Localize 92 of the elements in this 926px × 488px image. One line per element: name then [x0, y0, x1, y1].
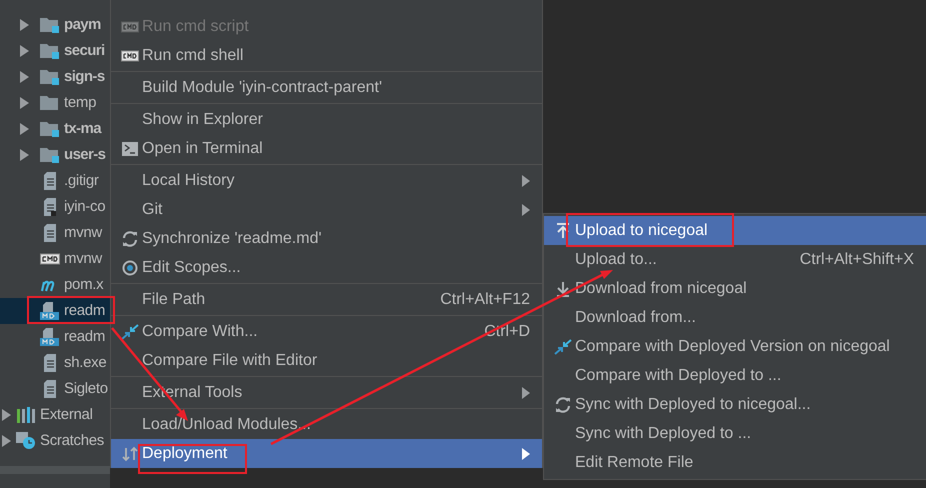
module-folder-icon [40, 147, 60, 163]
upload-icon [556, 222, 570, 238]
scope-circle-icon [122, 260, 138, 276]
tree-label: Sigleto [64, 378, 108, 399]
menu-item[interactable]: Edit Scopes... [111, 253, 542, 282]
expand-arrow-icon[interactable] [20, 71, 28, 83]
cmd-icon [120, 18, 138, 34]
expand-arrow-icon[interactable] [20, 19, 28, 31]
tree-label: tx-ma [64, 118, 102, 139]
tree-row[interactable]: Scratches [0, 428, 110, 454]
sync-icon [554, 396, 572, 412]
menu-item[interactable]: Run cmd shell [111, 41, 542, 70]
cmd-icon [120, 48, 138, 64]
expand-arrow-icon[interactable] [20, 149, 28, 161]
tree-row[interactable]: temp [0, 90, 110, 116]
tree-row[interactable]: mvnw [0, 246, 110, 272]
tree-label: .gitigr [64, 170, 99, 191]
markdown-file-icon [40, 328, 60, 346]
tree-row[interactable]: sign-s [0, 64, 110, 90]
compare-arrows-icon [120, 324, 138, 340]
menu-item[interactable]: Synchronize 'readme.md' [111, 224, 542, 253]
module-folder-icon [40, 43, 60, 59]
tree-row[interactable]: user-s [0, 142, 110, 168]
tree-label: mvnw [64, 222, 102, 243]
cmd-file-icon [40, 251, 60, 267]
menu-item[interactable]: Load/Unload Modules... [111, 410, 542, 439]
tree-row[interactable]: pom.x [0, 272, 110, 298]
tree-label: paym [64, 14, 101, 35]
menu-item[interactable]: Open in Terminal [111, 134, 542, 163]
menu-item[interactable]: Upload to... Ctrl+Alt+Shift+X [544, 245, 926, 274]
library-bars-icon [16, 407, 36, 423]
tree-row[interactable]: External [0, 402, 110, 428]
tree-label: securi [64, 40, 105, 61]
tree-row[interactable]: .gitigr [0, 168, 110, 194]
tree-row[interactable]: securi [0, 38, 110, 64]
tree-row[interactable]: paym [0, 12, 110, 38]
tree-label: readm [64, 326, 106, 347]
tree-label: temp [64, 92, 96, 113]
tree-label: External [40, 404, 93, 425]
tree-label: Scratches [40, 430, 104, 451]
file-icon [43, 198, 57, 216]
menu-item[interactable]: Download from nicegoal [544, 274, 926, 303]
file-icon [43, 354, 57, 372]
menu-item[interactable]: Deployment [111, 439, 542, 468]
shortcut-text: Ctrl+Alt+Shift+X [800, 250, 914, 270]
menu-item[interactable]: Compare with Deployed to ... [544, 361, 926, 390]
menu-item[interactable]: Sync with Deployed to ... [544, 419, 926, 448]
compare-arrows-icon [554, 338, 572, 354]
menu-item[interactable]: File Path Ctrl+Alt+F12 [111, 285, 542, 314]
sync-icon [120, 230, 138, 246]
expand-arrow-icon[interactable] [2, 435, 10, 447]
expand-arrow-icon[interactable] [20, 123, 28, 135]
download-icon [556, 280, 570, 296]
scratch-clock-icon [16, 432, 36, 450]
up-down-arrows-icon [122, 446, 138, 462]
tree-label: mvnw [64, 248, 102, 269]
tree-row[interactable]: readm [0, 298, 110, 324]
tree-row[interactable]: tx-ma [0, 116, 110, 142]
tree-row[interactable]: readm [0, 324, 110, 350]
tree-row[interactable]: mvnw [0, 220, 110, 246]
tree-row[interactable]: iyin-co [0, 194, 110, 220]
menu-item[interactable]: Git [111, 195, 542, 224]
module-folder-icon [40, 17, 60, 33]
menu-item[interactable]: Compare File with Editor [111, 346, 542, 375]
menu-item[interactable]: Show in Explorer [111, 105, 542, 134]
shortcut-text: Ctrl+Alt+F12 [440, 290, 530, 310]
tree-label: pom.x [64, 274, 104, 295]
tree-label: iyin-co [64, 196, 106, 217]
terminal-icon [122, 142, 138, 156]
menu-item[interactable]: Upload to nicegoal [544, 216, 926, 245]
menu-item[interactable]: Build Module 'iyin-contract-parent' [111, 73, 542, 102]
expand-arrow-icon[interactable] [20, 45, 28, 57]
module-folder-icon [40, 69, 60, 85]
tree-label: readm [64, 300, 106, 321]
tree-row[interactable]: sh.exe [0, 350, 110, 376]
expand-arrow-icon[interactable] [2, 409, 10, 421]
menu-item[interactable]: Compare with Deployed Version on nicegoal [544, 332, 926, 361]
tree-label: sh.exe [64, 352, 106, 373]
folder-icon [40, 95, 60, 111]
menu-item[interactable]: Edit Remote File [544, 448, 926, 477]
tree-label: user-s [64, 144, 106, 165]
menu-item[interactable]: Download from... [544, 303, 926, 332]
module-folder-icon [40, 121, 60, 137]
markdown-file-icon [40, 302, 60, 320]
file-icon [43, 380, 57, 398]
tree-label: sign-s [64, 66, 105, 87]
file-icon [43, 224, 57, 242]
menu-item[interactable]: Local History [111, 166, 542, 195]
menu-item[interactable]: Sync with Deployed to nicegoal... [544, 390, 926, 419]
expand-arrow-icon[interactable] [20, 97, 28, 109]
file-icon [43, 172, 57, 190]
tree-row[interactable]: Sigleto [0, 376, 110, 402]
